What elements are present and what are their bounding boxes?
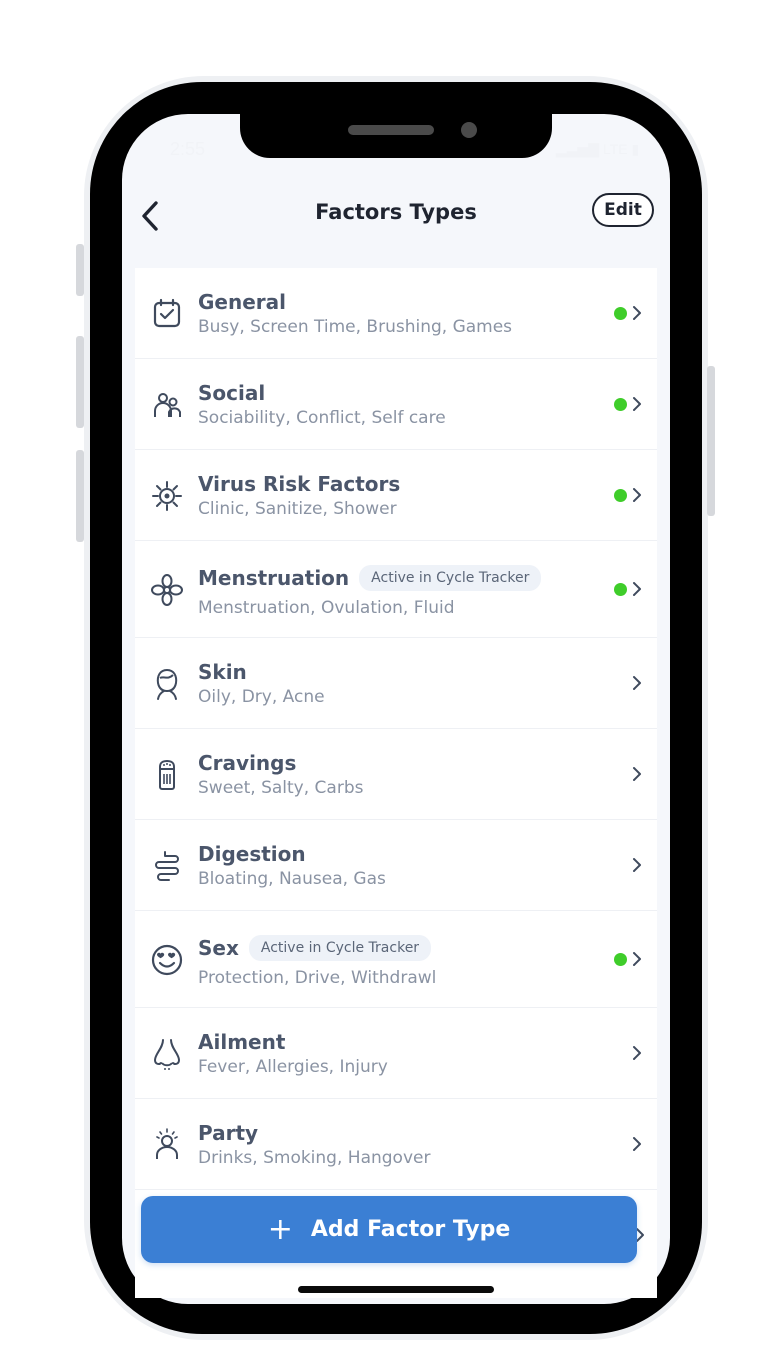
factor-row-skin[interactable]: Skin Oily, Dry, Acne — [135, 638, 657, 729]
factor-title: Skin — [198, 660, 247, 684]
chevron-right-icon — [633, 1046, 641, 1060]
chevron-right-icon — [633, 1137, 641, 1151]
add-factor-type-button[interactable]: + Add Factor Type — [141, 1196, 637, 1263]
intestine-icon — [155, 851, 179, 881]
factor-title: Cravings — [198, 751, 297, 775]
active-dot — [614, 307, 627, 320]
factor-subtitle: Menstruation, Ovulation, Fluid — [198, 598, 455, 618]
factor-row-digestion[interactable]: Digestion Bloating, Nausea, Gas — [135, 820, 657, 911]
speaker — [348, 125, 434, 135]
flower-icon — [151, 574, 183, 606]
salt-shaker-icon — [159, 759, 175, 790]
smiley-heart-eyes-icon — [151, 944, 183, 976]
factor-row-party[interactable]: Party Drinks, Smoking, Hangover — [135, 1099, 657, 1190]
active-dot — [614, 398, 627, 411]
factor-row-ailment[interactable]: Ailment Fever, Allergies, Injury — [135, 1008, 657, 1099]
factor-title: Ailment — [198, 1030, 286, 1054]
cycle-tracker-badge: Active in Cycle Tracker — [248, 934, 432, 961]
party-person-icon — [156, 1128, 178, 1159]
calendar-check-icon — [153, 298, 181, 328]
factor-title: Social — [198, 381, 266, 405]
edit-button[interactable]: Edit — [592, 193, 654, 227]
network-label: LTE — [602, 141, 628, 157]
factor-title-text: Menstruation — [198, 566, 350, 590]
active-dot — [614, 489, 627, 502]
factor-row-cravings[interactable]: Cravings Sweet, Salty, Carbs — [135, 729, 657, 820]
chevron-right-icon — [633, 676, 641, 690]
volume-down-button — [76, 450, 84, 542]
factor-row-general[interactable]: General Busy, Screen Time, Brushing, Gam… — [135, 268, 657, 359]
virus-icon — [152, 481, 182, 511]
chevron-right-icon — [633, 488, 641, 502]
factor-title: Party — [198, 1121, 259, 1145]
mute-switch — [76, 244, 84, 296]
factor-title-text: Sex — [198, 936, 239, 960]
cycle-tracker-badge: Active in Cycle Tracker — [359, 564, 542, 591]
factor-subtitle: Clinic, Sanitize, Shower — [198, 499, 397, 519]
face-icon — [156, 668, 178, 700]
factor-subtitle: Bloating, Nausea, Gas — [198, 869, 386, 889]
factor-subtitle: Drinks, Smoking, Hangover — [198, 1148, 431, 1168]
battery-icon: ▮ — [631, 141, 640, 157]
factor-title: Virus Risk Factors — [198, 472, 401, 496]
people-icon — [154, 393, 181, 417]
factor-title: General — [198, 290, 286, 314]
plus-icon: + — [267, 1211, 293, 1247]
chevron-right-icon — [633, 858, 641, 872]
chevron-right-icon — [633, 306, 641, 320]
home-indicator[interactable] — [298, 1286, 494, 1293]
chevron-right-icon — [633, 952, 641, 966]
nose-icon — [153, 1039, 181, 1070]
chevron-right-icon — [633, 767, 641, 781]
page-title: Factors Types — [315, 200, 477, 224]
factor-subtitle: Oily, Dry, Acne — [198, 687, 325, 707]
chevron-left-icon — [142, 201, 158, 231]
factor-row-virus-risk-factors[interactable]: Virus Risk Factors Clinic, Sanitize, Sho… — [135, 450, 657, 541]
factor-title: Menstruation Active in Cycle Tracker — [198, 564, 542, 593]
factor-subtitle: Sociability, Conflict, Self care — [198, 408, 446, 428]
active-dot — [614, 953, 627, 966]
active-dot — [614, 583, 627, 596]
front-camera — [461, 122, 477, 138]
status-time: 2:55 — [170, 139, 206, 159]
factor-type-list: General Busy, Screen Time, Brushing, Gam… — [135, 268, 657, 1298]
factor-row-menstruation[interactable]: Menstruation Active in Cycle Tracker Mens… — [135, 541, 657, 638]
status-network: ▂▃▅▇ LTE ▮ — [556, 141, 639, 158]
factor-title: Sex Active in Cycle Tracker — [198, 934, 432, 963]
volume-up-button — [76, 336, 84, 428]
back-button[interactable] — [132, 196, 168, 236]
factor-subtitle: Sweet, Salty, Carbs — [198, 778, 364, 798]
factor-row-social[interactable]: Social Sociability, Conflict, Self care — [135, 359, 657, 450]
factor-subtitle: Protection, Drive, Withdrawl — [198, 968, 437, 988]
chevron-right-icon — [633, 397, 641, 411]
factor-row-sex[interactable]: Sex Active in Cycle Tracker Protection, D… — [135, 911, 657, 1008]
factor-subtitle: Fever, Allergies, Injury — [198, 1057, 388, 1077]
power-button — [707, 366, 715, 516]
add-factor-type-label: Add Factor Type — [310, 1217, 511, 1242]
signal-icon: ▂▃▅▇ — [556, 141, 600, 157]
chevron-right-icon — [633, 582, 641, 596]
factor-subtitle: Busy, Screen Time, Brushing, Games — [198, 317, 513, 337]
factor-title: Digestion — [198, 842, 306, 866]
